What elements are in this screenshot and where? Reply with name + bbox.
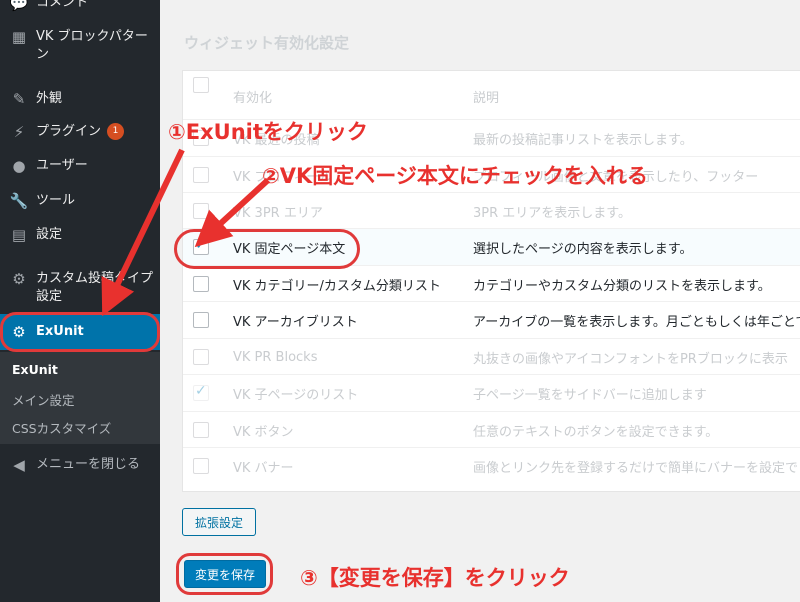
grid-icon: ▦ <box>11 28 27 46</box>
menu-settings[interactable]: ▤ 設定 <box>0 226 160 244</box>
table-header: 有効化 説明 <box>183 71 800 117</box>
widget-description: アーカイブの一覧を表示します。月ごともしくは年ごとで <box>473 314 800 330</box>
menu-plugins[interactable]: ⚡ プラグイン 1 <box>0 123 160 141</box>
widget-checkbox[interactable] <box>193 422 209 438</box>
menu-appearance[interactable]: ✎ 外観 <box>0 90 160 108</box>
submenu-exunit[interactable]: ExUnit <box>12 362 58 377</box>
annotation-ring-checkbox <box>174 229 360 269</box>
widget-row: VK 3PR エリア 3PR エリアを表示します。 <box>183 192 800 229</box>
update-badge: 1 <box>107 123 125 140</box>
widget-name: VK カテゴリー/カスタム分類リスト <box>233 278 441 294</box>
widget-checkbox[interactable] <box>193 312 209 328</box>
admin-sidebar: 💬 コメント ▦ VK ブロックパターン ✎ 外観 ⚡ プラグイン 1 ● ユーザ… <box>0 0 160 602</box>
widget-row: VK バナー 画像とリンク先を登録するだけで簡単にバナーを設定で <box>183 447 800 484</box>
widget-description: 選択したページの内容を表示します。 <box>473 241 693 257</box>
menu-custom-post-type[interactable]: ⚙ カスタム投稿タイプ設定 <box>0 270 160 306</box>
collapse-menu[interactable]: ◀ メニューを閉じる <box>0 456 160 474</box>
widget-description: 画像とリンク先を登録するだけで簡単にバナーを設定で <box>473 460 799 476</box>
brush-icon: ✎ <box>12 90 26 108</box>
annotation-step3: ③【変更を保存】をクリック <box>300 566 570 590</box>
widget-description: 丸抜きの画像やアイコンフォントをPRブロックに表示 <box>473 351 788 367</box>
widget-checkbox[interactable] <box>193 383 209 401</box>
annotation-step2: ②VK固定ページ本文にチェックを入れる <box>262 164 648 188</box>
comment-icon: 💬 <box>9 0 29 12</box>
widget-checkbox[interactable] <box>193 167 209 183</box>
exunit-submenu: ExUnit メイン設定 CSSカスタマイズ <box>0 352 160 444</box>
menu-vk-block-pattern[interactable]: ▦ VK ブロックパターン <box>0 28 160 64</box>
widget-name: VK バナー <box>233 460 294 476</box>
menu-users[interactable]: ● ユーザー <box>0 157 160 175</box>
widget-description: 子ページ一覧をサイドバーに追加します <box>473 387 707 403</box>
collapse-icon: ◀ <box>13 456 25 474</box>
widget-name: VK ボタン <box>233 424 294 440</box>
widget-name: VK アーカイブリスト <box>233 314 358 330</box>
widget-description: 3PR エリアを表示します。 <box>473 205 631 221</box>
wrench-icon: 🔧 <box>9 192 29 210</box>
widget-checkbox[interactable] <box>193 276 209 292</box>
select-all-checkbox[interactable] <box>193 77 209 93</box>
annotation-step1: ①ExUnitをクリック <box>168 120 368 144</box>
widget-checkbox[interactable] <box>193 458 209 474</box>
annotation-ring-exunit <box>0 312 160 352</box>
widget-row: VK PR Blocks 丸抜きの画像やアイコンフォントをPRブロックに表示 <box>183 338 800 375</box>
gear-icon: ⚙ <box>12 270 26 288</box>
widget-description: 最新の投稿記事リストを表示します。 <box>473 132 693 148</box>
annotation-ring-save <box>176 553 273 595</box>
widget-checkbox[interactable] <box>193 349 209 365</box>
extend-settings-button[interactable]: 拡張設定 <box>182 508 256 536</box>
widget-checkbox[interactable] <box>193 203 209 219</box>
widget-description: 任意のテキストのボタンを設定できます。 <box>473 424 719 440</box>
widget-name: VK 3PR エリア <box>233 205 323 221</box>
widget-row: VK アーカイブリスト アーカイブの一覧を表示します。月ごともしくは年ごとで <box>183 301 800 338</box>
settings-icon: ▤ <box>11 226 27 244</box>
widget-row: VK カテゴリー/カスタム分類リスト カテゴリーやカスタム分類のリストを表示します… <box>183 265 800 302</box>
widget-row: VK 子ページのリスト 子ページ一覧をサイドバーに追加します <box>183 374 800 411</box>
user-icon: ● <box>12 157 26 175</box>
widget-name: VK 子ページのリスト <box>233 387 359 403</box>
plugin-icon: ⚡ <box>13 123 25 141</box>
main-content: ウィジェット有効化設定 有効化 説明 VK 最近の投稿 最新の投稿記事リストを表示… <box>160 0 800 602</box>
submenu-css-customize[interactable]: CSSカスタマイズ <box>12 418 111 437</box>
submenu-main-settings[interactable]: メイン設定 <box>12 390 75 409</box>
widget-description: カテゴリーやカスタム分類のリストを表示します。 <box>473 278 771 294</box>
section-title: ウィジェット有効化設定 <box>184 34 350 52</box>
menu-comments[interactable]: 💬 コメント <box>0 0 160 12</box>
widget-row: VK ボタン 任意のテキストのボタンを設定できます。 <box>183 411 800 448</box>
widget-name: VK PR Blocks <box>233 349 318 365</box>
menu-tools[interactable]: 🔧 ツール <box>0 192 160 210</box>
